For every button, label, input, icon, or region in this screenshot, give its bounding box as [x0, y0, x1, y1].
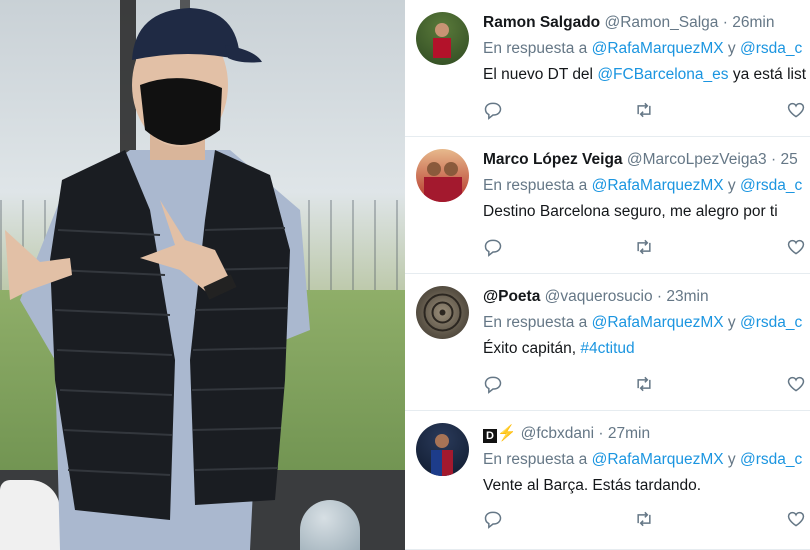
- separator-dot: ·: [722, 14, 728, 31]
- tweet-actions: [483, 237, 810, 257]
- reply-mention[interactable]: @rsda_c: [740, 314, 802, 331]
- reply-and: y: [727, 451, 736, 468]
- reply-prefix: En respuesta a: [483, 314, 588, 331]
- timestamp[interactable]: 25: [780, 151, 797, 168]
- avatar[interactable]: [416, 12, 469, 65]
- tweet-text: Destino Barcelona seguro, me alegro por …: [483, 203, 778, 220]
- like-icon[interactable]: [786, 374, 806, 394]
- display-name[interactable]: @Poeta: [483, 288, 540, 305]
- reply-mention[interactable]: @rsda_c: [740, 177, 802, 194]
- reply-and: y: [727, 314, 736, 331]
- reply-icon[interactable]: [483, 509, 503, 529]
- like-icon[interactable]: [786, 100, 806, 120]
- timestamp[interactable]: 23min: [666, 288, 708, 305]
- text-segment: ya está list: [732, 66, 807, 83]
- tweet-content: @Poeta @vaquerosucio · 23min En respuest…: [483, 287, 810, 359]
- user-handle[interactable]: @vaquerosucio: [545, 288, 653, 305]
- reply-context: En respuesta a @RafaMarquezMX y @rsda_c: [483, 39, 810, 59]
- retweet-icon[interactable]: [634, 237, 654, 257]
- reply-context: En respuesta a @RafaMarquezMX y @rsda_c: [483, 450, 810, 470]
- tweet-actions: [483, 100, 810, 120]
- user-handle[interactable]: @Ramon_Salga: [604, 14, 718, 31]
- like-icon[interactable]: [786, 509, 806, 529]
- hashtag-link[interactable]: #4ctitud: [580, 340, 634, 357]
- tweet-item[interactable]: @Poeta @vaquerosucio · 23min En respuest…: [405, 274, 810, 411]
- twitter-replies-feed: Ramon Salgado @Ramon_Salga · 26min En re…: [405, 0, 810, 550]
- tweet-header: @Poeta @vaquerosucio · 23min: [483, 287, 810, 307]
- reply-icon[interactable]: [483, 374, 503, 394]
- reply-prefix: En respuesta a: [483, 177, 588, 194]
- display-name[interactable]: Ramon Salgado: [483, 14, 600, 31]
- tweet-content: Ramon Salgado @Ramon_Salga · 26min En re…: [483, 13, 810, 85]
- reply-mention[interactable]: @rsda_c: [740, 40, 802, 57]
- avatar[interactable]: [416, 423, 469, 476]
- text-segment: El nuevo DT del: [483, 66, 593, 83]
- retweet-icon[interactable]: [634, 374, 654, 394]
- avatar[interactable]: [416, 286, 469, 339]
- tweet-item[interactable]: D ⚡ @fcbxdani · 27min En respuesta a @Raf…: [405, 411, 810, 550]
- tweet-item[interactable]: Ramon Salgado @Ramon_Salga · 26min En re…: [405, 0, 810, 137]
- reply-mention[interactable]: @RafaMarquezMX: [592, 314, 724, 331]
- tweet-text: Éxito capitán, #4ctitud: [483, 339, 810, 359]
- tweet-actions: [483, 374, 810, 394]
- text-mention[interactable]: @FCBarcelona_es: [597, 66, 728, 83]
- reply-mention[interactable]: @RafaMarquezMX: [592, 40, 724, 57]
- reply-prefix: En respuesta a: [483, 40, 588, 57]
- separator-dot: ·: [656, 288, 663, 305]
- timestamp[interactable]: 26min: [732, 14, 774, 31]
- reply-icon[interactable]: [483, 237, 503, 257]
- news-photo: [0, 0, 405, 550]
- tweet-content: D ⚡ @fcbxdani · 27min En respuesta a @Raf…: [483, 424, 810, 496]
- tweet-actions: [483, 509, 810, 529]
- tweet-item[interactable]: Marco López Veiga @MarcoLpezVeiga3 · 25 …: [405, 137, 810, 274]
- reply-icon[interactable]: [483, 100, 503, 120]
- reply-mention[interactable]: @RafaMarquezMX: [592, 451, 724, 468]
- display-name-badge[interactable]: D: [483, 429, 497, 443]
- retweet-icon[interactable]: [634, 509, 654, 529]
- separator-dot: ·: [771, 151, 777, 168]
- text-segment: Éxito capitán,: [483, 340, 577, 357]
- reply-and: y: [727, 40, 736, 57]
- tweet-header: D ⚡ @fcbxdani · 27min: [483, 424, 810, 444]
- tweet-text: El nuevo DT del @FCBarcelona_es ya está …: [483, 65, 810, 85]
- reply-mention[interactable]: @RafaMarquezMX: [592, 177, 724, 194]
- user-handle[interactable]: @fcbxdani: [521, 425, 594, 442]
- avatar[interactable]: [416, 149, 469, 202]
- like-icon[interactable]: [786, 237, 806, 257]
- retweet-icon[interactable]: [634, 100, 654, 120]
- lightning-icon: ⚡: [497, 425, 517, 442]
- reply-and: y: [727, 177, 736, 194]
- tweet-text: Vente al Barça. Estás tardando.: [483, 477, 701, 494]
- reply-context: En respuesta a @RafaMarquezMX y @rsda_c: [483, 176, 810, 196]
- tweet-header: Ramon Salgado @Ramon_Salga · 26min: [483, 13, 810, 33]
- person-figure: [5, 8, 310, 550]
- tweet-content: Marco López Veiga @MarcoLpezVeiga3 · 25 …: [483, 150, 810, 222]
- tweet-header: Marco López Veiga @MarcoLpezVeiga3 · 25: [483, 150, 810, 170]
- reply-context: En respuesta a @RafaMarquezMX y @rsda_c: [483, 313, 810, 333]
- reply-prefix: En respuesta a: [483, 451, 588, 468]
- separator-dot: ·: [598, 425, 604, 442]
- reply-mention[interactable]: @rsda_c: [740, 451, 802, 468]
- display-name[interactable]: Marco López Veiga: [483, 151, 623, 168]
- user-handle[interactable]: @MarcoLpezVeiga3: [627, 151, 767, 168]
- timestamp[interactable]: 27min: [608, 425, 650, 442]
